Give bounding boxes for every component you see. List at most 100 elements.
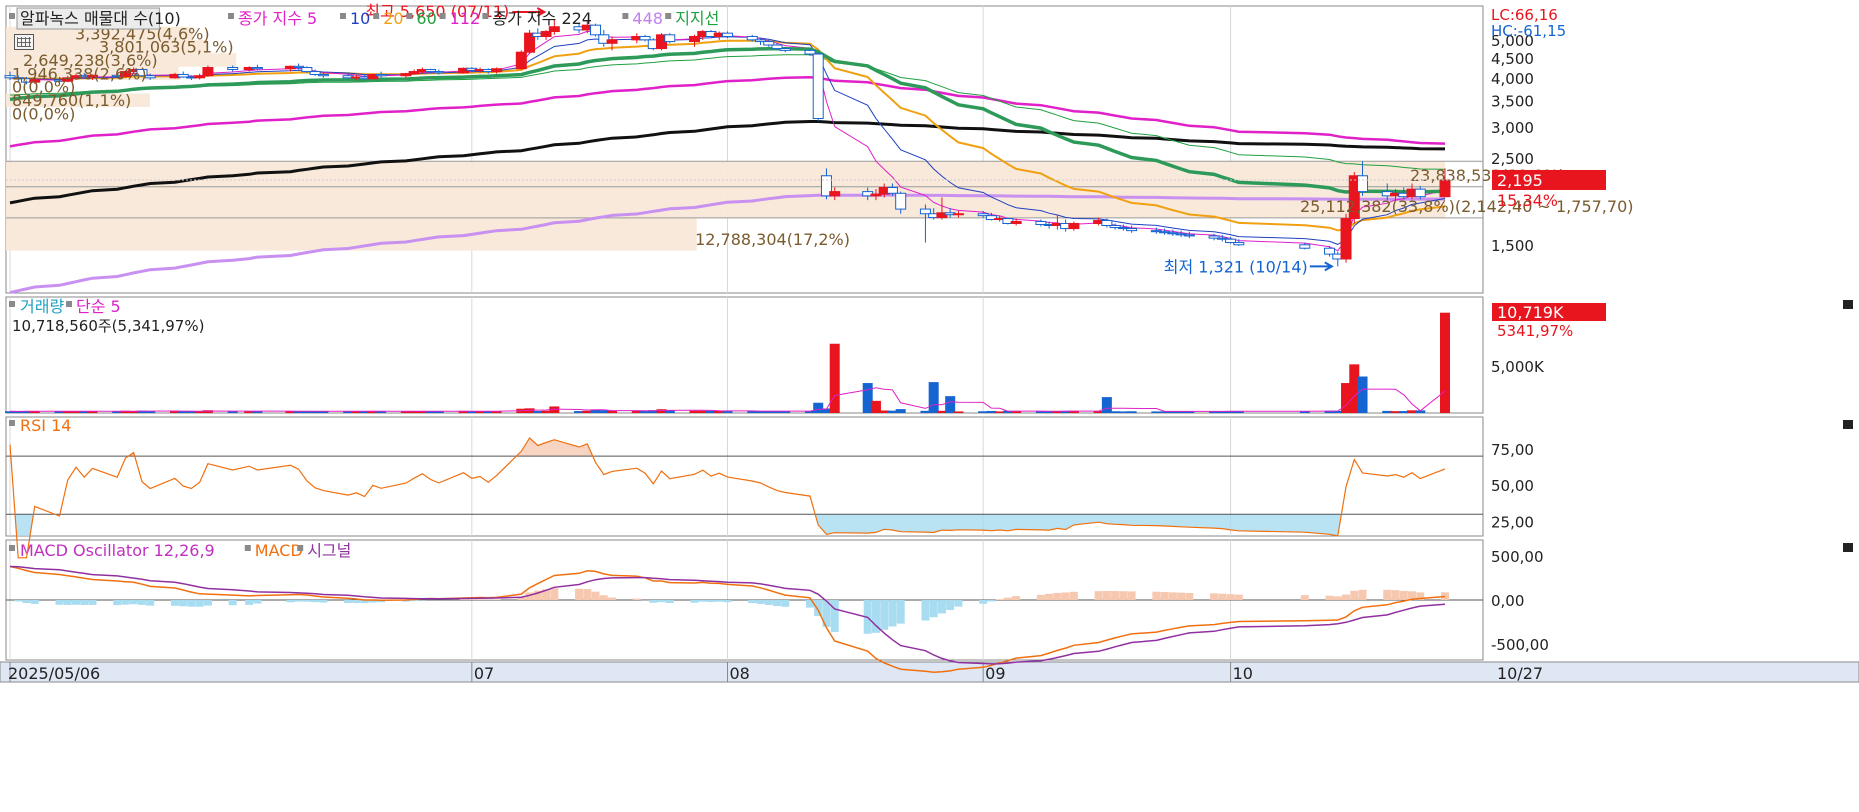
macd-oscillator-bar	[1383, 590, 1391, 600]
volume-profile-bar	[6, 161, 1445, 186]
macd-tick-label: -500,00	[1491, 636, 1549, 654]
candle-body	[145, 76, 155, 78]
main-legend-item: 알파녹스 매물대 수(10)	[20, 9, 181, 28]
macd-oscillator-bar	[1350, 591, 1358, 600]
candle-body	[813, 54, 823, 118]
macd-oscillator-bar	[699, 600, 707, 602]
low-annotation: 최저 1,321 (10/14)	[1164, 257, 1308, 276]
volume-last-label: 10,718,560주(5,341,97%)	[12, 317, 204, 335]
chart-canvas[interactable]: 3,392,475(4,6%)3,801,063(5,1%)2,649,238(…	[0, 0, 1859, 808]
macd-oscillator-bar	[666, 600, 674, 603]
candle-body	[1300, 245, 1310, 248]
volume-bar	[607, 411, 617, 413]
macd-oscillator-bar	[756, 600, 764, 604]
candle-body	[1358, 176, 1368, 192]
macd-oscillator-bar	[1227, 594, 1235, 600]
macd-oscillator-bar	[64, 600, 72, 605]
candle-body	[1102, 221, 1112, 226]
macd-oscillator-bar	[897, 600, 905, 624]
price-tick-label: 3,500	[1491, 93, 1534, 111]
macd-oscillator-bar	[229, 600, 237, 605]
macd-oscillator-bar	[468, 599, 476, 600]
macd-oscillator-bar	[1012, 596, 1020, 600]
main-legend-item: 10	[350, 9, 370, 28]
macd-oscillator-bar	[245, 600, 253, 605]
candle-body	[228, 68, 238, 70]
candle-body	[1069, 223, 1079, 228]
macd-oscillator-bar	[344, 600, 352, 603]
x-axis-label: 07	[474, 664, 494, 683]
macd-oscillator-bar	[352, 600, 360, 603]
macd-oscillator-bar	[286, 600, 294, 602]
price-tick-label: 1,500	[1491, 237, 1534, 255]
candle-body	[376, 74, 386, 75]
macd-oscillator-bar	[1004, 598, 1012, 600]
candle-body	[780, 49, 790, 51]
candle-body	[747, 36, 757, 39]
x-axis-label: 09	[985, 664, 1005, 683]
candle-body	[607, 40, 617, 43]
macd-oscillator-bar	[253, 600, 261, 604]
volume-badge-label: 10,719K	[1497, 303, 1564, 322]
volume-bar	[252, 411, 262, 413]
macd-oscillator-bar	[1169, 592, 1177, 600]
macd-oscillator-bar	[1359, 590, 1367, 600]
macd-oscillator-bar	[14, 600, 22, 601]
macd-oscillator-bar	[303, 600, 311, 602]
candle-body	[203, 68, 213, 76]
macd-oscillator-bar	[649, 600, 657, 603]
macd-oscillator-bar	[1210, 593, 1218, 600]
rsi-tick-label: 25,00	[1491, 513, 1534, 531]
candle-body	[302, 68, 312, 72]
candle-body	[541, 32, 551, 37]
macd-oscillator-bar	[987, 600, 995, 601]
main-legend-marker	[373, 13, 379, 19]
macd-oscillator-bar	[1062, 592, 1070, 600]
macd-oscillator-bar	[880, 600, 888, 630]
rsi-tick-label: 50,00	[1491, 477, 1534, 495]
macd-oscillator-bar	[1095, 591, 1103, 600]
volume-bar	[1102, 397, 1112, 413]
candle-body	[764, 42, 774, 45]
price-tick-label: 2,500	[1491, 150, 1534, 168]
panel-close-icon	[1843, 543, 1853, 552]
volume-bar	[1127, 411, 1137, 413]
macd-oscillator-bar	[748, 600, 756, 603]
main-legend-item: 112	[450, 9, 481, 28]
macd-oscillator-bar	[1045, 594, 1053, 600]
rsi-legend-item: RSI 14	[20, 416, 71, 435]
candle-body	[1325, 248, 1335, 254]
grid-settings-icon[interactable]	[14, 34, 34, 50]
macd-oscillator-bar	[1177, 593, 1185, 600]
macd-oscillator-bar	[295, 600, 303, 602]
candle-body	[1341, 219, 1351, 259]
stock-chart[interactable]: 3,392,475(4,6%)3,801,063(5,1%)2,649,238(…	[0, 0, 1859, 808]
candle-body	[665, 35, 675, 42]
price-change-pct: 15,34%	[1497, 191, 1558, 210]
macd-oscillator-bar	[1342, 595, 1350, 600]
macd-oscillator-bar	[979, 600, 987, 604]
candle-body	[318, 74, 328, 75]
macd-oscillator-bar	[179, 600, 187, 606]
volume-legend-item: 단순 5	[76, 297, 121, 316]
volume-panel	[6, 297, 1483, 413]
hc-value: HC:-61,15	[1491, 22, 1566, 40]
macd-oscillator-bar	[773, 600, 781, 606]
volume-bar	[1358, 377, 1368, 413]
volume-legend-item: 거래량	[20, 297, 64, 316]
macd-oscillator-bar	[1103, 591, 1111, 600]
macd-oscillator-bar	[55, 600, 63, 605]
main-legend-marker	[228, 13, 234, 19]
candle-body	[640, 36, 650, 39]
candle-body	[690, 36, 700, 41]
macd-legend-marker	[245, 545, 251, 551]
macd-oscillator-bar	[113, 600, 121, 605]
macd-oscillator-bar	[1119, 591, 1127, 600]
macd-oscillator-bar	[691, 600, 699, 603]
candle-body	[1011, 221, 1021, 223]
macd-oscillator-bar	[130, 600, 138, 604]
candle-body	[920, 209, 930, 214]
x-axis-label: 08	[730, 664, 750, 683]
main-legend-item: 지지선	[675, 9, 719, 28]
candle-body	[492, 69, 502, 72]
